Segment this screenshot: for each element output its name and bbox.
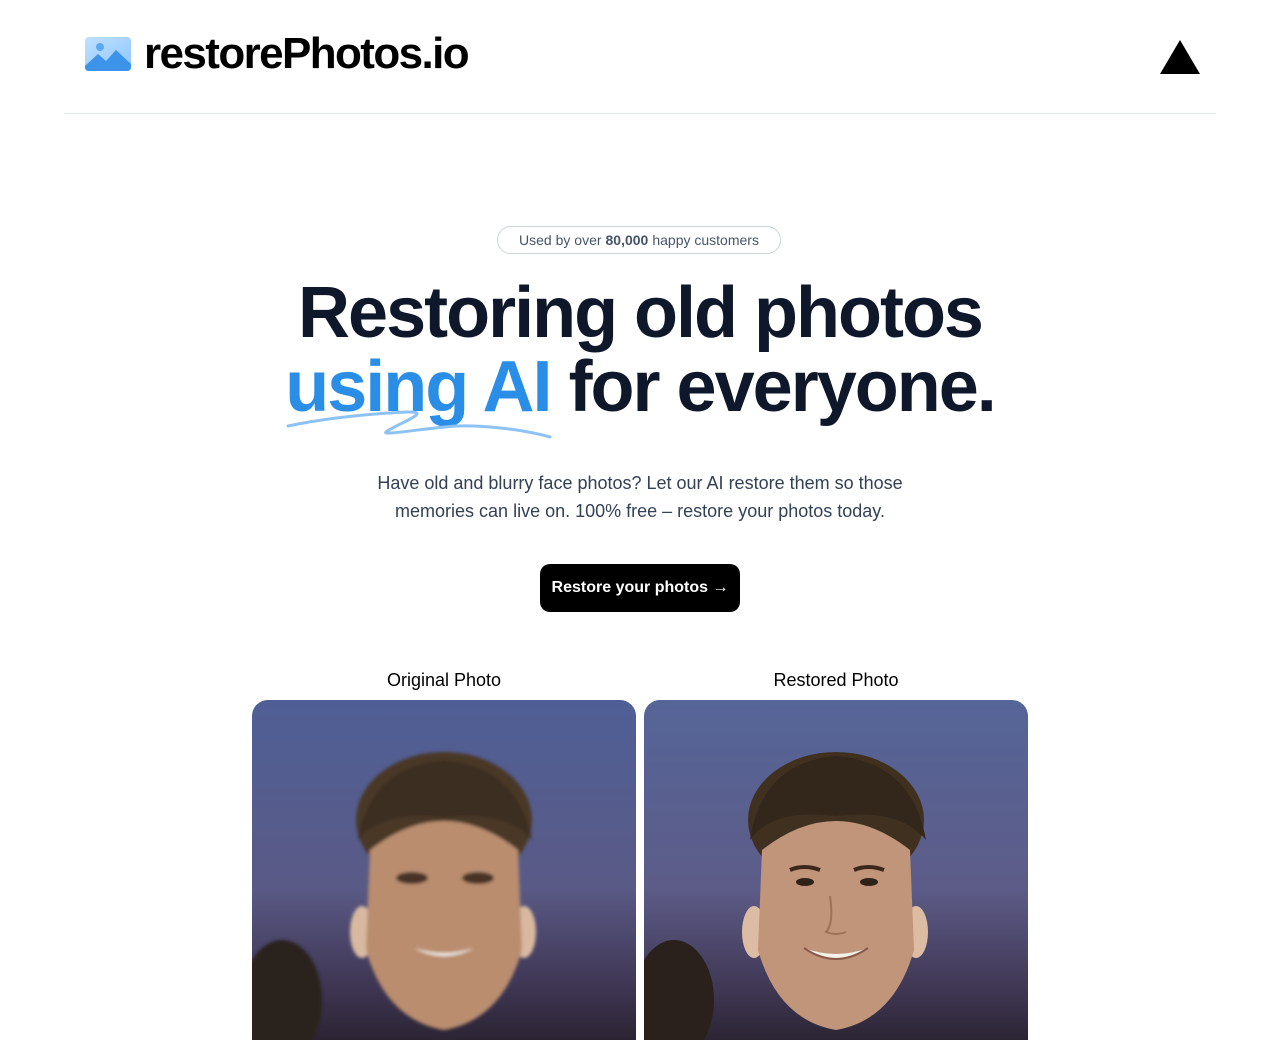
badge-suffix: happy customers — [652, 232, 759, 248]
underline-squiggle — [286, 410, 552, 439]
headline-rest: for everyone. — [568, 347, 997, 427]
badge-count: 80,000 — [605, 232, 649, 248]
restored-photo-label: Restored Photo — [773, 670, 899, 690]
badge-prefix: Used by over — [519, 232, 602, 248]
vercel-triangle-icon — [1160, 40, 1200, 74]
logo-link[interactable]: restorePhotos.io — [84, 29, 470, 78]
headline-line1: Restoring old photos — [298, 273, 984, 353]
customers-badge: Used by over 80,000 happy customers — [497, 226, 781, 254]
hero-headline: Restoring old photos using AI for everyo… — [0, 276, 1280, 424]
original-photo-label: Original Photo — [386, 670, 502, 690]
original-photo — [252, 700, 636, 1040]
site-header: restorePhotos.io — [64, 0, 1216, 114]
hero-subtext: Have old and blurry face photos? Let our… — [377, 473, 903, 521]
vercel-link[interactable] — [1160, 40, 1200, 74]
restore-photos-button[interactable]: Restore your photos → — [540, 564, 740, 612]
logo-text: restorePhotos.io — [144, 29, 470, 78]
restored-photo — [644, 700, 1028, 1040]
photo-icon — [85, 37, 131, 71]
